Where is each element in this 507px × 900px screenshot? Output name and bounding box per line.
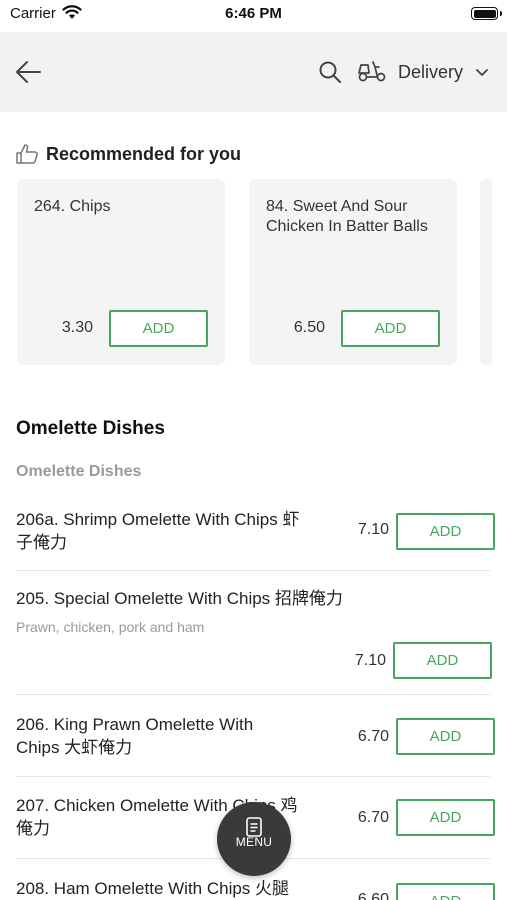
back-arrow-icon[interactable] [14, 58, 44, 86]
menu-item[interactable]: 206a. Shrimp Omelette With Chips 虾子俺力 7.… [0, 508, 507, 568]
menu-button-label: MENU [235, 835, 273, 849]
add-button[interactable]: ADD [109, 310, 208, 347]
status-bar: Carrier 6:46 PM [0, 0, 507, 30]
menu-item-price: 7.10 [357, 521, 389, 538]
scooter-icon[interactable] [357, 59, 387, 83]
menu-item-price: 6.70 [357, 809, 389, 826]
top-navigation-bar: Delivery [0, 32, 507, 112]
add-button[interactable]: ADD [396, 883, 495, 900]
menu-item-name: 206. King Prawn Omelette With Chips 大虾俺力 [16, 715, 254, 757]
menu-item-price: 6.70 [357, 728, 389, 745]
add-button[interactable]: ADD [396, 799, 495, 836]
recommended-item-price: 6.50 [293, 319, 325, 336]
divider [16, 570, 490, 571]
menu-item-price: 7.10 [354, 652, 386, 669]
divider [16, 776, 490, 777]
menu-item-description: Prawn, chicken, pork and ham [16, 619, 205, 635]
battery-icon [471, 7, 502, 20]
add-button[interactable]: ADD [393, 642, 492, 679]
recommended-card[interactable]: 264. Chips 3.30 ADD [17, 179, 225, 365]
chevron-down-icon[interactable] [475, 68, 489, 78]
menu-item-name: 205. Special Omelette With Chips 招牌俺力 [16, 589, 343, 608]
menu-item-price: 6.60 [357, 891, 389, 900]
divider [16, 694, 490, 695]
category-title: Omelette Dishes [16, 418, 165, 439]
subcategory-title: Omelette Dishes [16, 463, 142, 480]
clock: 6:46 PM [225, 5, 282, 22]
menu-item-name: 206a. Shrimp Omelette With Chips 虾子俺力 [16, 510, 300, 552]
recommended-title: Recommended for you [46, 144, 242, 164]
add-button[interactable]: ADD [396, 513, 495, 550]
recommended-card[interactable]: 84. Sweet And Sour Chicken In Batter Bal… [249, 179, 457, 365]
recommended-item-name: 264. Chips [34, 198, 111, 215]
add-button[interactable]: ADD [341, 310, 440, 347]
recommended-card-partial[interactable] [480, 179, 492, 365]
search-icon[interactable] [318, 60, 342, 84]
menu-item-name: 208. Ham Omelette With Chips 火腿 [16, 879, 290, 898]
recommended-item-name: 84. Sweet And Sour Chicken In Batter Bal… [266, 198, 428, 235]
menu-item[interactable]: 208. Ham Omelette With Chips 火腿 6.60 ADD [0, 877, 507, 900]
delivery-mode-label[interactable]: Delivery [398, 62, 463, 83]
thumbs-up-icon [16, 144, 38, 164]
menu-floating-button[interactable]: MENU [217, 802, 291, 876]
add-button[interactable]: ADD [396, 718, 495, 755]
menu-item[interactable]: 205. Special Omelette With Chips 招牌俺力 Pr… [0, 587, 507, 687]
recommended-item-price: 3.30 [61, 319, 93, 336]
menu-item[interactable]: 206. King Prawn Omelette With Chips 大虾俺力… [0, 713, 507, 773]
